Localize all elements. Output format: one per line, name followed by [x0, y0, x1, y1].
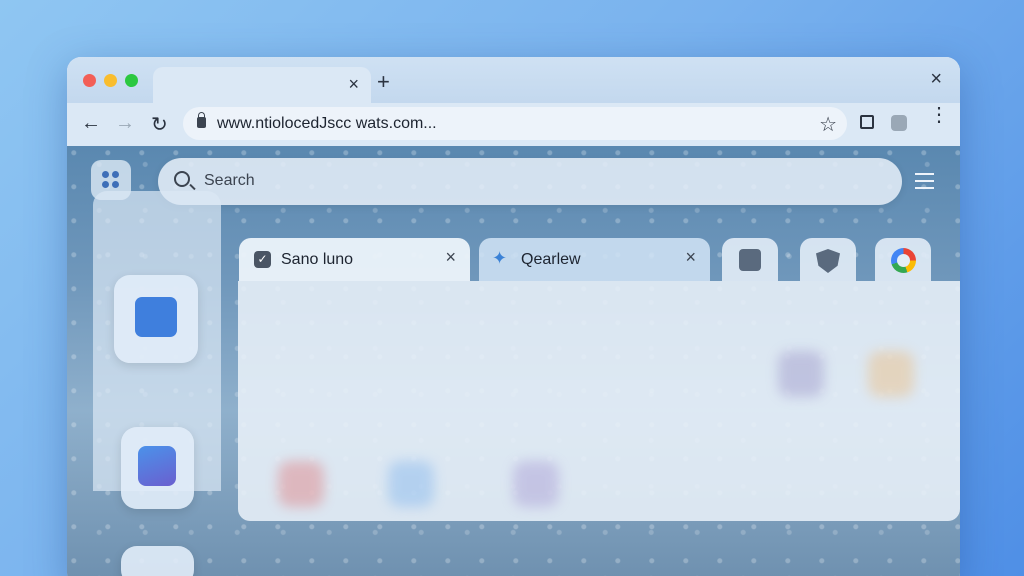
blurred-app-icon: [278, 461, 324, 507]
page-tab-shield[interactable]: [800, 238, 856, 281]
reload-button[interactable]: ↻: [151, 112, 168, 137]
forward-button[interactable]: →: [115, 112, 135, 135]
hamburger-menu-icon[interactable]: [915, 173, 934, 194]
page-tab-google[interactable]: [875, 238, 931, 281]
page-tab-1[interactable]: ✓ Sano luno ×: [239, 238, 470, 281]
more-menu-icon[interactable]: ⋮: [929, 105, 949, 125]
side-app-cup[interactable]: [121, 427, 194, 509]
page-tab-2-close-icon[interactable]: ×: [685, 247, 696, 268]
browser-active-tab[interactable]: ×: [153, 67, 371, 103]
doc-icon: [739, 249, 761, 271]
page-tab-1-close-icon[interactable]: ×: [445, 247, 456, 268]
google-icon: [891, 248, 916, 273]
new-tab-button[interactable]: +: [377, 69, 390, 95]
page-tab-1-label: Sano luno: [281, 251, 354, 268]
blurred-app-icon: [388, 461, 434, 507]
blurred-app-icon: [868, 351, 914, 397]
search-icon: [174, 171, 190, 187]
window-close-icon[interactable]: ×: [930, 68, 942, 91]
search-input[interactable]: Search: [158, 158, 902, 205]
chat-icon: [135, 297, 177, 337]
lock-icon: [197, 112, 206, 128]
shield-icon: [816, 249, 840, 273]
address-bar[interactable]: www.ntiolocedJscc wats.com... ☆: [183, 107, 847, 140]
sparkle-icon: ✦: [492, 248, 508, 268]
side-app-chat[interactable]: [114, 275, 198, 363]
tab-close-icon[interactable]: ×: [348, 74, 359, 95]
check-icon: ✓: [254, 251, 271, 268]
search-placeholder: Search: [204, 172, 255, 189]
extension-square-icon[interactable]: [860, 115, 874, 129]
side-app-third[interactable]: [121, 546, 194, 576]
blurred-app-icon: [778, 351, 824, 397]
page-tab-2[interactable]: ✦ Qearlew ×: [479, 238, 710, 281]
bookmark-star-icon[interactable]: ☆: [819, 112, 837, 137]
tab-content-panel: [238, 281, 960, 521]
cup-icon: [138, 446, 176, 486]
page-tab-doc[interactable]: [722, 238, 778, 281]
blurred-app-icon: [513, 461, 559, 507]
maximize-window-dot[interactable]: [125, 74, 138, 87]
browser-window: × + × ← → ↻ www.ntiolocedJscc wats.com..…: [67, 57, 960, 576]
url-text[interactable]: www.ntiolocedJscc wats.com...: [217, 115, 437, 133]
minimize-window-dot[interactable]: [104, 74, 117, 87]
back-button[interactable]: ←: [81, 112, 101, 135]
tab-strip: × + ×: [67, 57, 960, 103]
close-window-dot[interactable]: [83, 74, 96, 87]
browser-toolbar: ← → ↻ www.ntiolocedJscc wats.com... ☆ ⋮: [67, 103, 960, 146]
extension-puzzle-icon[interactable]: [891, 115, 907, 131]
page-tab-2-label: Qearlew: [521, 251, 581, 268]
